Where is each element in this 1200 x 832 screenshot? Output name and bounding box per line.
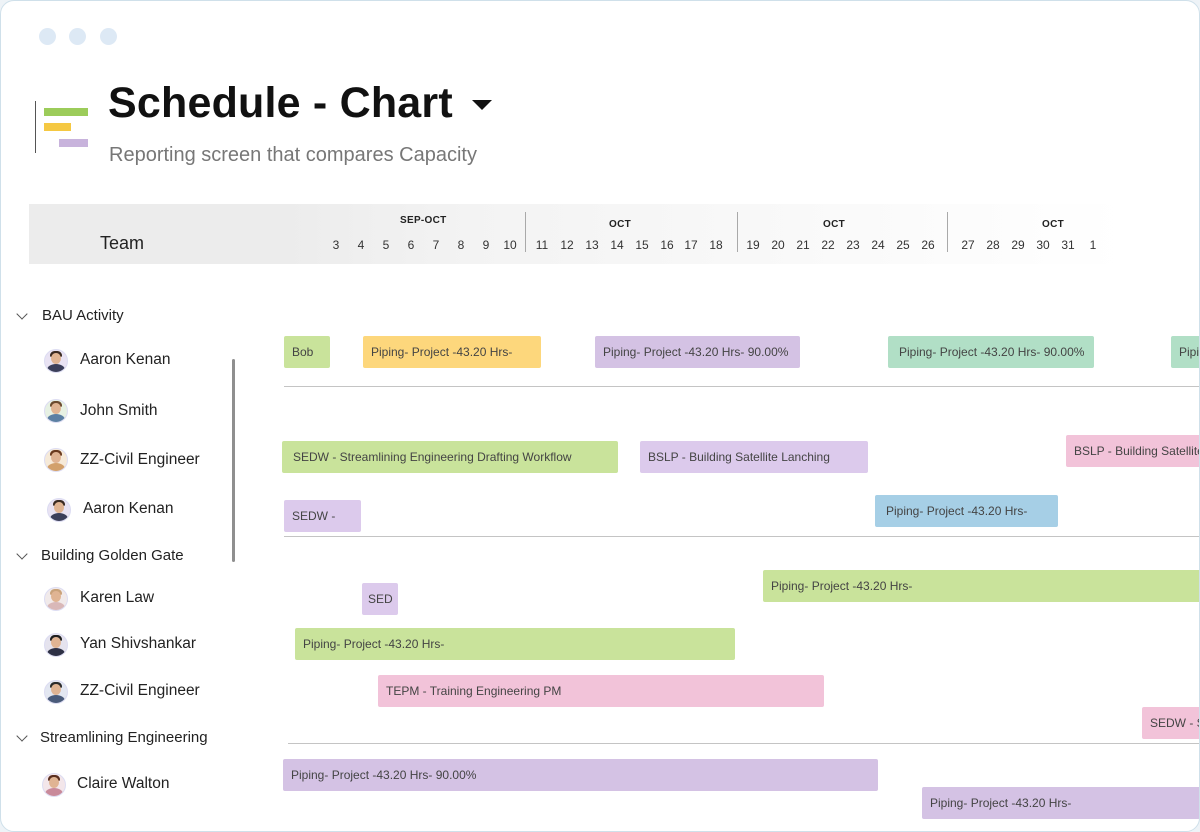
page-subtitle: Reporting screen that compares Capacity [109, 144, 477, 166]
day-tick: 11 [535, 238, 549, 252]
day-tick: 21 [796, 238, 810, 252]
schedule-bar[interactable]: SED [362, 583, 398, 615]
day-tick: 28 [986, 238, 1000, 252]
schedule-bar[interactable]: BSLP - Building Satellite [1066, 435, 1199, 467]
avatar [47, 498, 71, 522]
team-member[interactable]: Aaron Kenan [83, 500, 174, 518]
month-label: SEP-OCT [400, 215, 447, 226]
row-separator [284, 386, 1199, 387]
group-streamlining-engineering[interactable]: Streamlining Engineering [40, 729, 208, 746]
day-tick: 23 [846, 238, 860, 252]
day-tick: 20 [771, 238, 785, 252]
schedule-bar[interactable]: Piping- Project -43.20 Hrs- 90.00% [595, 336, 800, 368]
day-tick: 10 [503, 238, 517, 252]
day-tick: 30 [1036, 238, 1050, 252]
page-title: Schedule - Chart [108, 79, 453, 127]
team-member[interactable]: ZZ-Civil Engineer [80, 451, 200, 469]
collapse-chevron-icon[interactable] [16, 308, 28, 320]
day-tick: 14 [610, 238, 624, 252]
schedule-bar[interactable]: BSLP - Building Satellite Lanching [640, 441, 868, 473]
collapse-chevron-icon[interactable] [16, 730, 28, 742]
window-dot-1[interactable] [39, 28, 56, 45]
schedule-bar[interactable]: Bob [284, 336, 330, 368]
day-tick: 1 [1089, 238, 1097, 252]
team-member[interactable]: Aaron Kenan [80, 351, 171, 369]
month-label: OCT [609, 219, 632, 230]
team-member[interactable]: Yan Shivshankar [80, 635, 196, 653]
team-list-scrollbar[interactable] [232, 359, 235, 562]
day-tick: 3 [332, 238, 340, 252]
day-tick: 4 [357, 238, 365, 252]
avatar [44, 349, 68, 373]
gantt-chart-icon [35, 99, 91, 155]
schedule-bar[interactable]: Piping- Project -43.20 Hrs- [363, 336, 541, 368]
month-label: OCT [823, 219, 846, 230]
avatar [44, 448, 68, 472]
day-tick: 17 [684, 238, 698, 252]
schedule-bar[interactable]: Piping- Project -43.20 Hrs- 90.00% [283, 759, 878, 791]
day-tick: 13 [585, 238, 599, 252]
week-divider [947, 212, 948, 252]
avatar [44, 680, 68, 704]
group-bau-activity[interactable]: BAU Activity [42, 307, 124, 324]
day-tick: 29 [1011, 238, 1025, 252]
month-label: OCT [1042, 219, 1065, 230]
avatar [44, 633, 68, 657]
day-tick: 6 [407, 238, 415, 252]
avatar [42, 773, 66, 797]
group-building-golden-gate[interactable]: Building Golden Gate [41, 547, 184, 564]
schedule-bar[interactable]: Piping- Project -43.20 Hrs- [922, 787, 1199, 819]
day-tick: 22 [821, 238, 835, 252]
day-tick: 15 [635, 238, 649, 252]
window-dot-3[interactable] [100, 28, 117, 45]
week-divider [525, 212, 526, 252]
collapse-chevron-icon[interactable] [16, 548, 28, 560]
day-tick: 26 [921, 238, 935, 252]
window-dot-2[interactable] [69, 28, 86, 45]
day-tick: 31 [1061, 238, 1075, 252]
week-divider [737, 212, 738, 252]
day-tick: 5 [382, 238, 390, 252]
avatar [44, 399, 68, 423]
day-tick: 7 [432, 238, 440, 252]
schedule-bar[interactable]: Piping- Project -43.20 Hrs- [295, 628, 735, 660]
schedule-bar[interactable]: Piping- Project -43.20 Hrs- [763, 570, 1199, 602]
timeline-header [29, 204, 1127, 264]
day-tick: 9 [482, 238, 490, 252]
day-tick: 16 [660, 238, 674, 252]
row-separator [284, 536, 1199, 537]
team-column-header: Team [100, 233, 145, 253]
team-member[interactable]: ZZ-Civil Engineer [80, 682, 200, 700]
day-tick: 25 [896, 238, 910, 252]
schedule-bar[interactable]: TEPM - Training Engineering PM [378, 675, 824, 707]
schedule-bar[interactable]: SEDW - St [1142, 707, 1199, 739]
row-separator [288, 743, 1199, 744]
schedule-bar[interactable]: SEDW - Streamlining Engineering Drafting… [282, 441, 618, 473]
day-tick: 18 [709, 238, 723, 252]
title-dropdown-icon[interactable] [472, 100, 492, 110]
team-member[interactable]: Karen Law [80, 589, 154, 607]
day-tick: 19 [746, 238, 760, 252]
day-tick: 24 [871, 238, 885, 252]
day-tick: 27 [961, 238, 975, 252]
day-tick: 8 [457, 238, 465, 252]
schedule-bar[interactable]: Pipi [1171, 336, 1199, 368]
avatar [44, 587, 68, 611]
app-window: Schedule - Chart Reporting screen that c… [0, 0, 1200, 832]
schedule-bar[interactable]: Piping- Project -43.20 Hrs- 90.00% [888, 336, 1094, 368]
schedule-bar[interactable]: SEDW - [284, 500, 361, 532]
team-member[interactable]: John Smith [80, 402, 158, 420]
day-tick: 12 [560, 238, 574, 252]
team-member[interactable]: Claire Walton [77, 775, 169, 793]
schedule-bar[interactable]: Piping- Project -43.20 Hrs- [875, 495, 1058, 527]
